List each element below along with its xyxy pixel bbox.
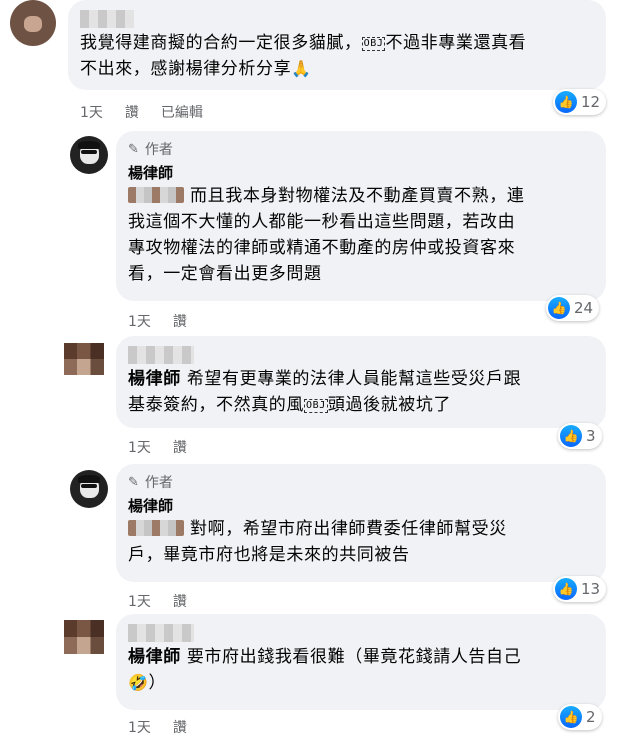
commenter-avatar[interactable] (64, 620, 104, 654)
rolling-laughing-emoji: 🤣 (128, 673, 149, 692)
comment-actions: 1天 讚 (128, 591, 187, 611)
like-thumb-icon: 👍 (560, 425, 582, 447)
comment-actions: 1天 讚 (128, 717, 187, 737)
mentioned-user-redacted[interactable] (128, 187, 184, 203)
like-button[interactable]: 讚 (173, 437, 187, 457)
like-button[interactable]: 讚 (125, 102, 139, 122)
timestamp-link[interactable]: 1天 (128, 437, 151, 457)
like-thumb-icon: 👍 (548, 297, 570, 319)
comment-bubble: ✎ 作者 楊律師 對啊，希望市府出律師費委任律師幫受災 戶，畢竟市府也將是未來的… (116, 464, 606, 582)
comment-text: 楊律師 希望有更專業的法律人員能幫這些受災戶跟 基泰簽約，不然真的風 OBJ 頭過後… (128, 369, 522, 415)
comment-bubble: 楊律師 要市府出錢我看很難（畢竟花錢請人告自己 🤣） (116, 614, 606, 710)
comment-text: 對啊，希望市府出律師費委任律師幫受災 戶，畢竟市府也將是未來的共同被告 (128, 519, 507, 565)
author-badge: ✎ 作者 (128, 141, 173, 159)
edited-label[interactable]: 已編輯 (161, 102, 203, 122)
lawyer-avatar[interactable] (70, 136, 108, 174)
mentioned-name[interactable]: 楊律師 (128, 647, 181, 667)
pencil-icon: ✎ (128, 474, 139, 490)
commenter-name-redacted[interactable] (128, 344, 594, 366)
reaction-count[interactable]: 👍 13 (553, 576, 607, 602)
like-button[interactable]: 讚 (173, 591, 187, 611)
reaction-count[interactable]: 👍 12 (553, 89, 607, 115)
timestamp-link[interactable]: 1天 (80, 102, 103, 122)
like-thumb-icon: 👍 (555, 91, 577, 113)
lawyer-avatar[interactable] (70, 470, 108, 508)
comment-bubble: 楊律師 希望有更專業的法律人員能幫這些受災戶跟 基泰簽約，不然真的風 OBJ 頭過後… (116, 336, 606, 428)
comment-text: 而且我本身對物權法及不動產買賣不熟，連 我這個不大懂的人都能一秒看出這些問題，若… (128, 186, 525, 284)
mentioned-name[interactable]: 楊律師 (128, 369, 181, 389)
comment-actions: 1天 讚 (128, 437, 187, 457)
comment-bubble: ✎ 作者 楊律師 而且我本身對物權法及不動產買賣不熟，連 我這個不大懂的人都能一… (116, 131, 606, 301)
comment-bubble: 我覺得建商擬的合約一定很多貓膩， OBJ 不過非專業還真看 不出來，感謝楊律分析分享… (68, 0, 606, 90)
commenter-avatar[interactable] (64, 343, 104, 375)
author-badge: ✎ 作者 (128, 474, 173, 492)
timestamp-link[interactable]: 1天 (128, 591, 151, 611)
pencil-icon: ✎ (128, 141, 139, 157)
commenter-avatar[interactable] (10, 0, 56, 46)
like-thumb-icon: 👍 (560, 706, 582, 728)
mentioned-user-redacted[interactable] (128, 520, 184, 536)
folded-hands-emoji: 🙏 (291, 59, 312, 78)
timestamp-link[interactable]: 1天 (128, 717, 151, 737)
like-button[interactable]: 讚 (173, 311, 187, 331)
reaction-count[interactable]: 👍 2 (558, 704, 602, 730)
reaction-count[interactable]: 👍 24 (546, 295, 600, 321)
comment-text: 楊律師 要市府出錢我看很難（畢竟花錢請人告自己 🤣） (128, 647, 522, 693)
comment-text: 我覺得建商擬的合約一定很多貓膩， OBJ 不過非專業還真看 不出來，感謝楊律分析分享… (80, 33, 527, 79)
commenter-name[interactable]: 楊律師 (128, 163, 594, 183)
like-button[interactable]: 讚 (173, 717, 187, 737)
comment-actions: 1天 讚 已編輯 (80, 102, 203, 122)
like-thumb-icon: 👍 (555, 578, 577, 600)
comment-actions: 1天 讚 (128, 311, 187, 331)
timestamp-link[interactable]: 1天 (128, 311, 151, 331)
commenter-name-redacted[interactable] (128, 622, 594, 644)
reaction-count[interactable]: 👍 3 (558, 423, 602, 449)
commenter-name[interactable]: 楊律師 (128, 496, 594, 516)
commenter-name-redacted[interactable] (80, 8, 594, 30)
